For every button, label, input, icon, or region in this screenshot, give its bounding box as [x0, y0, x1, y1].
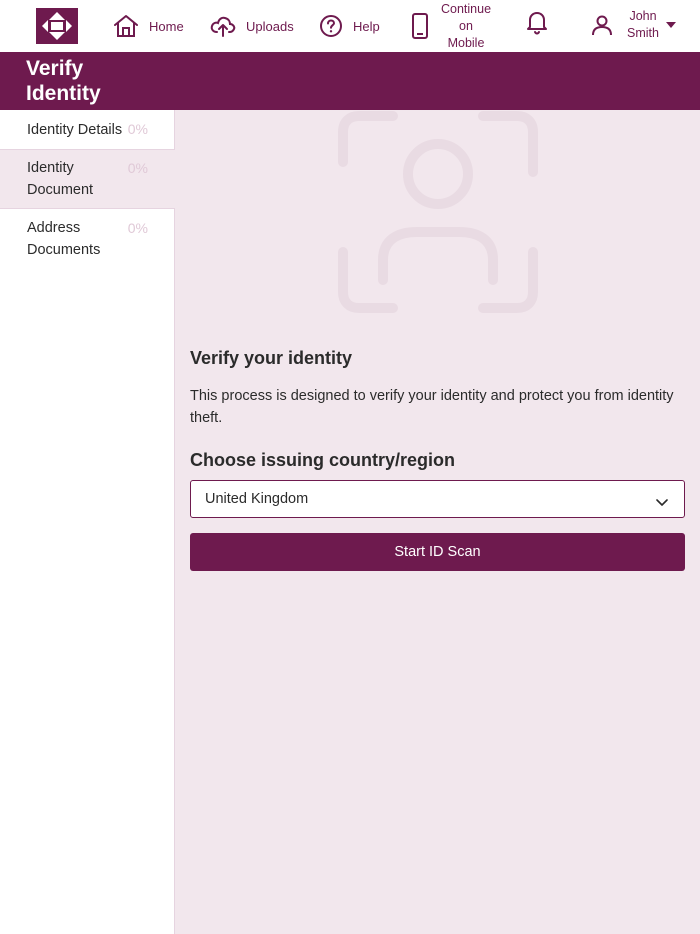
step-label: Identity Document — [27, 160, 94, 198]
caret-down-icon — [666, 22, 676, 28]
nav-uploads-label: Uploads — [246, 18, 294, 34]
notifications-button[interactable] — [525, 9, 549, 35]
verify-description: This process is designed to verify your … — [190, 388, 674, 426]
page-header: Verify Identity — [0, 52, 700, 110]
nav-help[interactable]: Help — [319, 13, 380, 39]
step-progress: 0% — [127, 160, 148, 176]
chevron-down-icon — [656, 494, 668, 512]
mobile-icon — [411, 13, 429, 39]
nav-continue-on-mobile[interactable]: Continue on Mobile — [411, 0, 491, 52]
user-name: John Smith — [627, 9, 659, 40]
country-select[interactable]: United Kingdom — [190, 480, 685, 518]
user-icon — [590, 13, 614, 37]
camera-scan-icon — [335, 110, 541, 316]
step-label: Identity Details — [27, 122, 123, 138]
logo-icon[interactable] — [36, 8, 78, 44]
nav-uploads[interactable]: Uploads — [210, 13, 294, 39]
top-navigation: Home Uploads Help Continue on Mobile Joh… — [0, 0, 700, 52]
nav-home[interactable]: Home — [113, 13, 184, 39]
upload-icon — [210, 14, 236, 38]
bell-icon — [525, 9, 549, 35]
home-icon — [113, 14, 139, 38]
verify-heading: Verify your identity — [190, 348, 353, 368]
sidebar-item-identity-details[interactable]: Identity Details 0% — [0, 110, 175, 150]
country-heading: Choose issuing country/region — [190, 450, 456, 470]
sidebar-item-address-documents[interactable]: Address Documents 0% — [0, 209, 175, 269]
nav-mobile-label: Continue on Mobile — [441, 1, 492, 50]
start-id-scan-button[interactable]: Start ID Scan — [190, 533, 685, 571]
nav-home-label: Home — [149, 18, 184, 34]
sidebar: Identity Details 0% Identity Document 0%… — [0, 110, 175, 934]
sidebar-item-identity-document[interactable]: Identity Document 0% — [0, 149, 175, 209]
step-progress: 0% — [127, 220, 148, 236]
country-select-value: United Kingdom — [205, 491, 309, 507]
user-menu[interactable]: John Smith — [590, 5, 676, 45]
step-label: Address Documents — [27, 220, 101, 258]
page-title: Verify Identity — [26, 57, 101, 105]
main-content: Verify your identity This process is des… — [175, 110, 700, 934]
step-progress: 0% — [127, 121, 148, 137]
help-icon — [319, 14, 343, 38]
nav-help-label: Help — [353, 18, 380, 34]
